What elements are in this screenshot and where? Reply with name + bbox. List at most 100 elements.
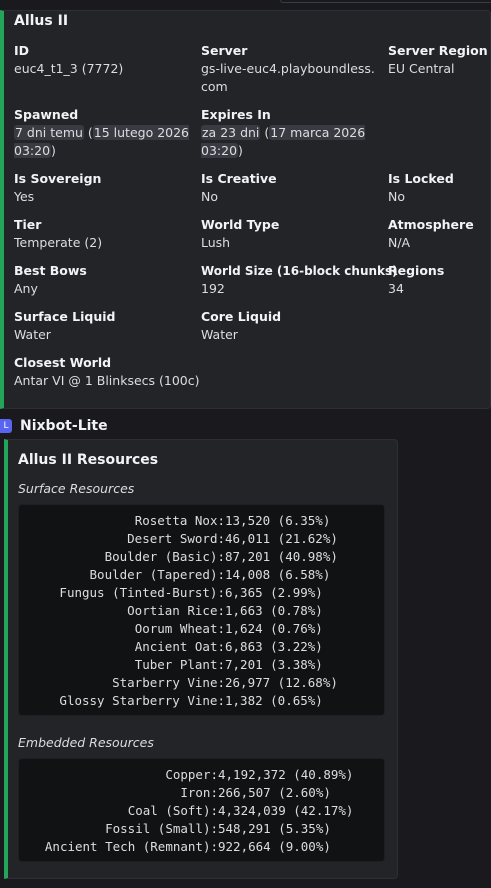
field-server: Server gs-live-euc4.playboundless.com [201, 42, 381, 96]
field-best-bows: Best Bows Any [14, 262, 87, 298]
surface-resources-label: Surface Resources [18, 481, 135, 496]
resource-name: Boulder (Basic): [104, 549, 225, 564]
field-name: Is Creative [201, 171, 277, 186]
resource-name: Copper: [165, 767, 218, 782]
field-name: Is Locked [388, 171, 454, 186]
world-info-embed: Allus II ID euc4_t1_3 (7772) Server gs-l… [0, 10, 491, 409]
resource-row: Ancient Tech (Remnant): 922,664 (9.00%) [25, 838, 378, 856]
field-value: 7 dni temu (15 lutego 2026 03:20) [14, 125, 190, 158]
resource-amount: 548,291 (5.35%) [218, 821, 331, 836]
resource-amount: 1,624 (0.76%) [225, 621, 323, 636]
resource-name: Desert Sword: [127, 531, 225, 546]
bot-avatar[interactable]: L [0, 419, 12, 433]
embedded-resources-label: Embedded Resources [18, 735, 154, 750]
resource-row: Coal (Soft): 4,324,039 (42.17%) [25, 802, 378, 820]
field-value: gs-live-euc4.playboundless.com [201, 61, 375, 94]
field-name: Tier [14, 217, 42, 232]
resource-amount: 6,365 (2.99%) [225, 585, 323, 600]
resource-name: Fungus (Tinted-Burst): [59, 585, 225, 600]
field-value: Lush [201, 235, 231, 250]
resource-amount: 26,977 (12.68%) [225, 675, 338, 690]
resource-name: Rosetta Nox: [134, 513, 225, 528]
resource-name: Starberry Vine: [112, 675, 225, 690]
field-value: Antar VI @ 1 Blinksecs (100c) [14, 373, 200, 388]
resource-row: Oortian Rice: 1,663 (0.78%) [25, 602, 378, 620]
field-value: 34 [388, 281, 404, 296]
field-world-size: World Size (16-block chunks) 192 [201, 262, 398, 298]
field-name: Atmosphere [388, 217, 474, 232]
resource-amount: 46,011 (21.62%) [225, 531, 338, 546]
field-closest-world: Closest World Antar VI @ 1 Blinksecs (10… [14, 354, 314, 390]
embed-title: Allus II Resources [18, 452, 159, 468]
field-name: Core Liquid [201, 309, 282, 324]
field-name: ID [14, 43, 30, 58]
field-value: Water [14, 327, 51, 342]
field-expires-in: Expires In za 23 dni (17 marca 2026 03:2… [201, 106, 376, 160]
field-value: Temperate (2) [14, 235, 103, 250]
resource-row: Oorum Wheat: 1,624 (0.76%) [25, 620, 378, 638]
field-name: Surface Liquid [14, 309, 116, 324]
field-name: Server [201, 43, 248, 58]
resource-row: Ancient Oat: 6,863 (3.22%) [25, 638, 378, 656]
field-name: Expires In [201, 107, 271, 122]
resource-amount: 14,008 (6.58%) [225, 567, 331, 582]
resource-amount: 4,324,039 (42.17%) [218, 803, 354, 818]
field-name: Server Region [388, 43, 488, 58]
resource-name: Boulder (Tapered): [89, 567, 225, 582]
resources-embed: Allus II Resources Surface Resources Ros… [4, 439, 398, 879]
resource-amount: 13,520 (6.35%) [225, 513, 331, 528]
field-name: World Size (16-block chunks) [201, 264, 398, 278]
field-spawned: Spawned 7 dni temu (15 lutego 2026 03:20… [14, 106, 190, 160]
resource-amount: 87,201 (40.98%) [225, 549, 338, 564]
relative-time: 7 dni temu [14, 125, 84, 140]
field-world-type: World Type Lush [201, 216, 279, 252]
field-server-region: Server Region EU Central [388, 42, 488, 78]
field-name: Closest World [14, 355, 112, 370]
resource-row: Fungus (Tinted-Burst): 6,365 (2.99%) [25, 584, 378, 602]
field-name: Spawned [14, 107, 79, 122]
resource-amount: 266,507 (2.60%) [218, 785, 331, 800]
field-is-sovereign: Is Sovereign Yes [14, 170, 101, 206]
field-value: Yes [14, 189, 35, 204]
field-is-locked: Is Locked No [388, 170, 454, 206]
resource-row: Boulder (Tapered): 14,008 (6.58%) [25, 566, 378, 584]
resource-amount: 1,382 (0.65%) [225, 693, 323, 708]
field-is-creative: Is Creative No [201, 170, 277, 206]
bot-username[interactable]: Nixbot-Lite [20, 418, 108, 434]
surface-resources-codeblock: Rosetta Nox: 13,520 (6.35%) Desert Sword:… [18, 504, 385, 716]
embed-title: Allus II [14, 13, 69, 29]
field-value: Water [201, 327, 238, 342]
resource-row: Boulder (Basic): 87,201 (40.98%) [25, 548, 378, 566]
field-value: Any [14, 281, 38, 296]
field-value: za 23 dni (17 marca 2026 03:20) [201, 125, 366, 158]
resource-name: Ancient Oat: [134, 639, 225, 654]
resource-name: Glossy Starberry Vine: [59, 693, 225, 708]
field-id: ID euc4_t1_3 (7772) [14, 42, 194, 78]
resource-name: Oortian Rice: [127, 603, 225, 618]
resource-name: Oorum Wheat: [134, 621, 225, 636]
bot-reply-header[interactable]: L Nixbot-Lite [0, 417, 108, 435]
resource-name: Ancient Tech (Remnant): [44, 839, 218, 854]
field-surface-liquid: Surface Liquid Water [14, 308, 116, 344]
relative-time: za 23 dni [201, 125, 261, 140]
resource-row: Tuber Plant: 7,201 (3.38%) [25, 656, 378, 674]
field-name: Best Bows [14, 263, 87, 278]
field-value: euc4_t1_3 (7772) [14, 61, 124, 76]
resource-row: Rosetta Nox: 13,520 (6.35%) [25, 512, 378, 530]
resource-amount: 7,201 (3.38%) [225, 657, 323, 672]
resource-name: Fossil (Small): [105, 821, 218, 836]
resource-amount: 1,663 (0.78%) [225, 603, 323, 618]
field-value: N/A [388, 235, 411, 250]
field-value: No [388, 189, 405, 204]
resource-row: Fossil (Small): 548,291 (5.35%) [25, 820, 378, 838]
resource-name: Iron: [180, 785, 218, 800]
resource-row: Starberry Vine: 26,977 (12.68%) [25, 674, 378, 692]
resource-amount: 4,192,372 (40.89%) [218, 767, 354, 782]
resource-amount: 922,664 (9.00%) [218, 839, 331, 854]
field-regions: Regions 34 [388, 262, 444, 298]
embedded-resources-codeblock: Copper: 4,192,372 (40.89%) Iron: 266,507 … [18, 758, 385, 862]
field-value: No [201, 189, 218, 204]
field-name: Regions [388, 263, 445, 278]
resource-row: Desert Sword: 46,011 (21.62%) [25, 530, 378, 548]
field-core-liquid: Core Liquid Water [201, 308, 281, 344]
